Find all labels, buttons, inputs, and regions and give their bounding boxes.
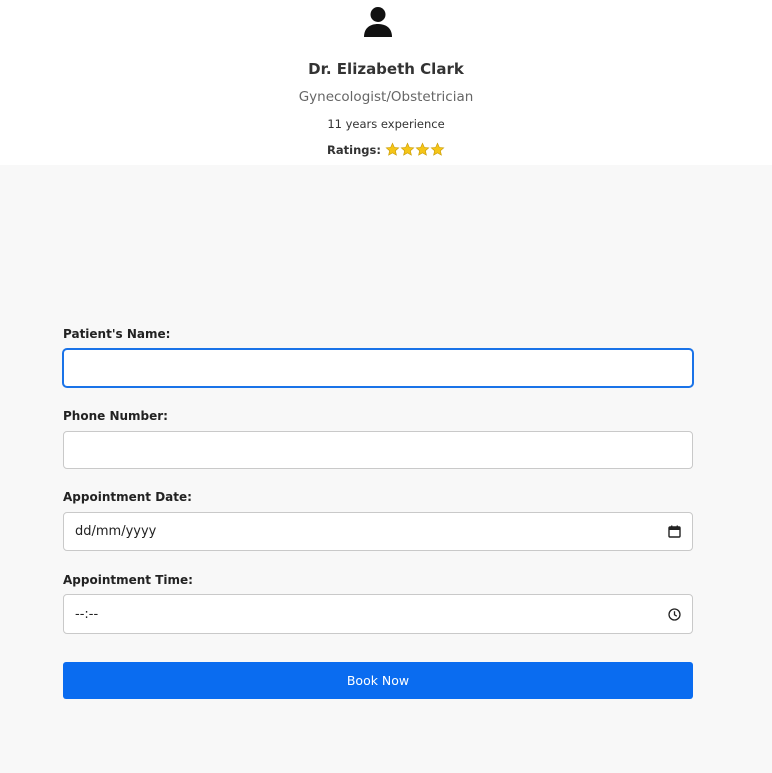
appointment-date-label: Appointment Date: xyxy=(63,490,192,504)
time-placeholder: --:-- xyxy=(75,606,99,622)
date-placeholder: dd/mm/yyyy xyxy=(75,524,157,539)
rating-stars xyxy=(385,142,445,157)
book-now-button[interactable]: Book Now xyxy=(63,662,693,699)
ratings-label: Ratings: xyxy=(327,142,381,157)
user-icon xyxy=(363,6,393,38)
ratings: Ratings: xyxy=(0,142,772,157)
star-icon xyxy=(400,142,415,157)
doctor-specialty: Gynecologist/Obstetrician xyxy=(298,89,474,105)
doctor-experience: 11 years experience xyxy=(327,117,445,131)
appointment-time-input[interactable]: --:-- xyxy=(63,594,693,634)
patient-name-input[interactable] xyxy=(63,349,693,387)
star-icon xyxy=(415,142,430,157)
patient-name-label: Patient's Name: xyxy=(63,327,171,341)
clock-icon[interactable] xyxy=(668,607,681,621)
phone-input[interactable] xyxy=(63,431,693,469)
phone-label: Phone Number: xyxy=(63,409,168,423)
star-icon xyxy=(385,142,400,157)
doctor-profile-card: Dr. Elizabeth Clark Gynecologist/Obstetr… xyxy=(0,0,772,165)
appointment-date-input[interactable]: dd/mm/yyyy xyxy=(63,512,693,551)
doctor-name: Dr. Elizabeth Clark xyxy=(308,60,464,78)
star-icon xyxy=(430,142,445,157)
calendar-icon[interactable] xyxy=(668,525,681,538)
appointment-time-label: Appointment Time: xyxy=(63,573,193,587)
